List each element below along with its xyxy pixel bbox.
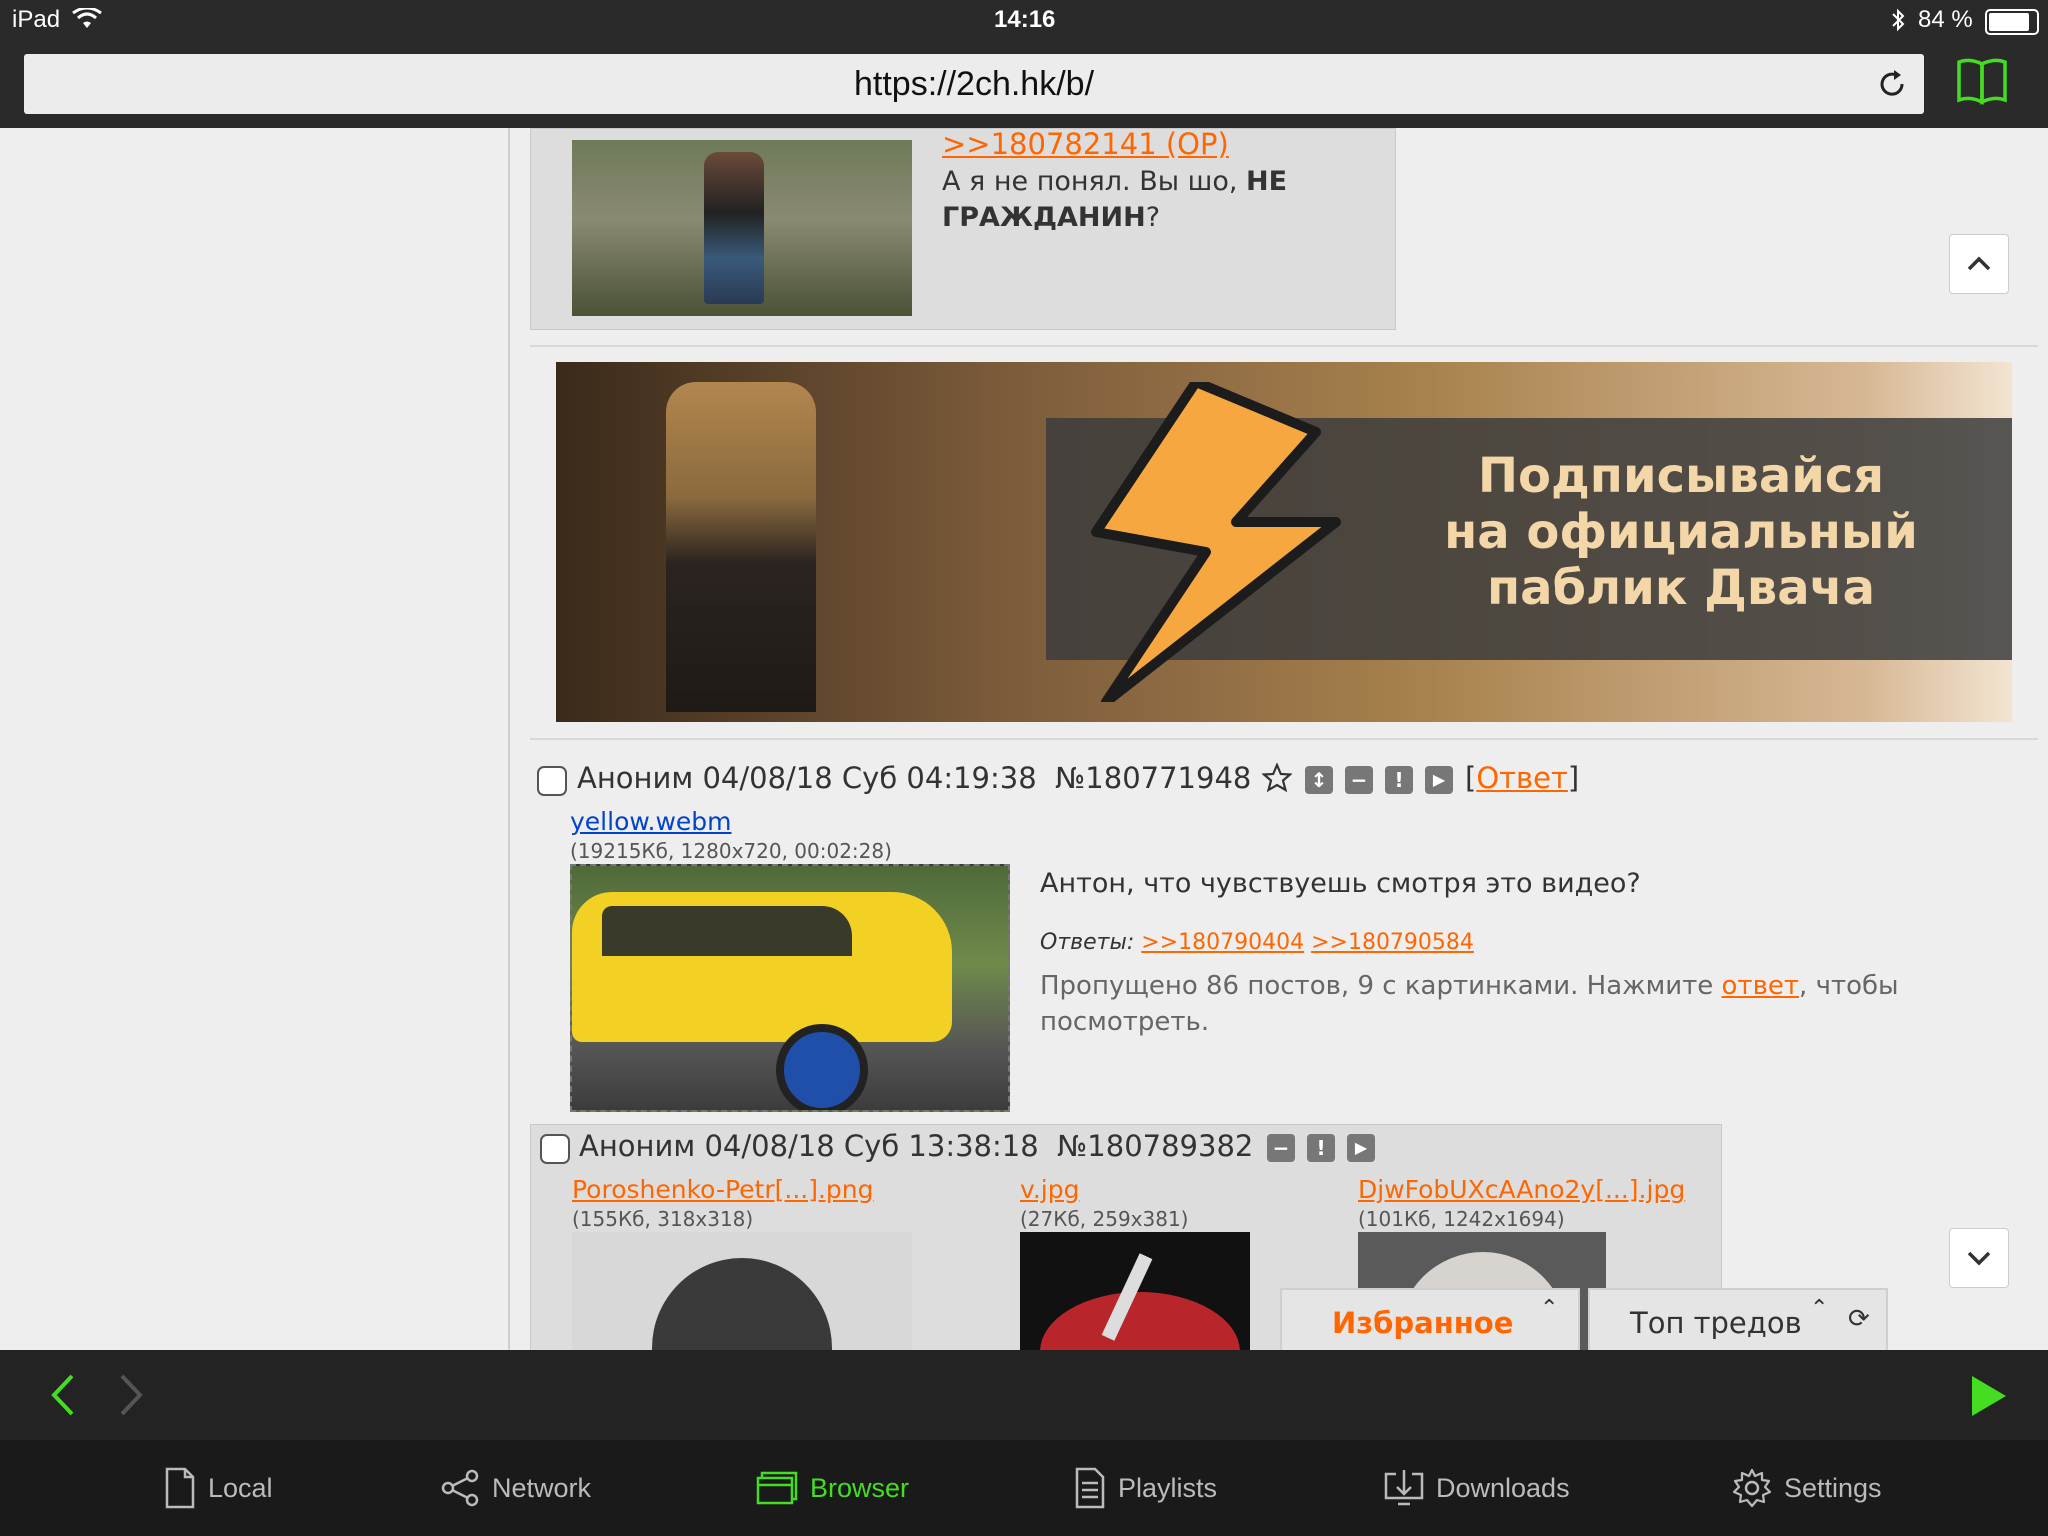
report-icon[interactable]: ! — [1385, 766, 1413, 794]
collapse-icon[interactable]: ⌃ — [1810, 1296, 1828, 1321]
scroll-up-button[interactable] — [1949, 234, 2009, 294]
bluetooth-icon — [1892, 8, 1905, 32]
post-header: Аноним 04/08/18 Суб 04:19:38 №180771948 — [577, 761, 1251, 795]
favorites-label: Избранное — [1332, 1306, 1514, 1340]
skipped-notice: Пропущено 86 постов, 9 с картинками. Наж… — [1040, 971, 1899, 1037]
post-author: Аноним — [579, 1129, 696, 1163]
open-thread-link[interactable]: ответ — [1722, 971, 1800, 1001]
browser-top-bar: iPad 14:16 84 % https://2ch.hk/b/ — [0, 0, 2048, 128]
post-date: 04/08/18 Суб 13:38:18 — [704, 1129, 1039, 1163]
scroll-down-button[interactable] — [1949, 1228, 2009, 1288]
reply-link[interactable]: Ответ — [1476, 761, 1568, 795]
reply-ref[interactable]: >>180790404 — [1141, 930, 1304, 955]
post-date: 04/08/18 Суб 04:19:38 — [702, 761, 1037, 795]
play-icon[interactable]: ▶ — [1425, 766, 1453, 794]
hide-icon[interactable]: − — [1345, 766, 1373, 794]
file-meta: (27Кб, 259x381) — [1020, 1207, 1189, 1231]
tab-settings[interactable]: Settings — [1732, 1466, 1882, 1510]
post-select-checkbox[interactable] — [537, 766, 567, 796]
tab-browser[interactable]: Browser — [756, 1466, 909, 1510]
forward-icon[interactable] — [116, 1372, 146, 1418]
bookmarks-icon[interactable] — [1956, 56, 2008, 106]
back-icon[interactable] — [48, 1372, 78, 1418]
device-label: iPad — [12, 6, 61, 33]
file-meta: (19215Кб, 1280x720, 00:02:28) — [570, 839, 892, 863]
share-icon — [441, 1469, 479, 1507]
file-link[interactable]: Poroshenko-Petr[...].png — [572, 1175, 874, 1204]
post-number[interactable]: №180771948 — [1055, 761, 1251, 795]
tab-network[interactable]: Network — [440, 1466, 591, 1510]
banner-line-1: Подписывайся — [1477, 448, 1885, 504]
post-replies: Ответы: >>180790404 >>180790584 — [1040, 930, 1474, 955]
top-threads-label: Топ тредов — [1630, 1306, 1802, 1340]
file-meta: (101Кб, 1242x1694) — [1358, 1207, 1565, 1231]
post-image[interactable] — [572, 1232, 912, 1350]
url-bar[interactable]: https://2ch.hk/b/ — [24, 54, 1924, 114]
banner-line-2: на официальный — [1444, 504, 1918, 560]
file-meta: (155Кб, 318x318) — [572, 1207, 754, 1231]
tab-label: Network — [492, 1472, 592, 1503]
play-icon[interactable] — [1968, 1374, 2008, 1418]
hide-icon[interactable]: − — [1267, 1134, 1295, 1162]
gear-icon — [1732, 1468, 1772, 1508]
tab-label: Settings — [1784, 1472, 1882, 1503]
video-thumbnail[interactable] — [570, 864, 1010, 1112]
post-select-checkbox[interactable] — [540, 1134, 570, 1164]
collapse-icon[interactable]: ⌃ — [1540, 1296, 1558, 1321]
chevron-down-icon — [1967, 1251, 1991, 1266]
lightning-icon — [1091, 382, 1341, 702]
file-link[interactable]: yellow.webm — [570, 807, 732, 836]
divider — [530, 738, 2038, 740]
post-text: Антон, что чувствуешь смотря это видео? — [1040, 868, 1641, 899]
file-link[interactable]: DjwFobUXcAAno2y[...].jpg — [1358, 1175, 1685, 1204]
post-image[interactable] — [572, 140, 912, 316]
reply-link[interactable]: >>180782141 (OP) — [942, 127, 1229, 161]
replies-label: Ответы: — [1040, 930, 1135, 955]
tab-label: Browser — [810, 1472, 910, 1503]
favorites-tab[interactable]: Избранное ⌃ — [1280, 1288, 1580, 1352]
post-text: А я не понял. Вы шо, НЕ ГРАЖДАНИН? — [942, 166, 1288, 233]
tab-downloads[interactable]: Downloads — [1384, 1466, 1570, 1510]
divider — [530, 345, 2038, 347]
tab-label: Playlists — [1118, 1472, 1218, 1503]
tab-playlists[interactable]: Playlists — [1074, 1466, 1217, 1510]
report-icon[interactable]: ! — [1307, 1134, 1335, 1162]
play-icon[interactable]: ▶ — [1347, 1134, 1375, 1162]
reply-ref[interactable]: >>180790584 — [1311, 930, 1474, 955]
post-header: Аноним 04/08/18 Суб 13:38:18 №180789382 — [579, 1129, 1253, 1163]
battery-percent: 84 % — [1918, 6, 1973, 33]
expand-icon[interactable]: ↕ — [1305, 766, 1333, 794]
star-icon[interactable] — [1262, 763, 1292, 793]
tab-label: Downloads — [1436, 1472, 1570, 1503]
battery-icon — [1985, 9, 2039, 35]
banner-line-3: паблик Двача — [1486, 560, 1875, 616]
tab-local[interactable]: Local — [164, 1466, 273, 1510]
post-author: Аноним — [577, 761, 694, 795]
reply-button[interactable]: [Ответ] — [1465, 761, 1579, 795]
reload-icon[interactable] — [1876, 68, 1908, 100]
promo-banner[interactable]: Подписывайся на официальный паблик Двача — [556, 362, 2012, 722]
download-icon — [1384, 1470, 1424, 1506]
wifi-icon — [72, 8, 102, 28]
chevron-up-icon — [1967, 256, 1991, 271]
browser-icon — [756, 1471, 798, 1505]
tab-label: Local — [208, 1472, 273, 1503]
file-link[interactable]: v.jpg — [1020, 1175, 1080, 1204]
left-pane — [0, 128, 510, 1350]
post-image[interactable] — [1020, 1232, 1250, 1350]
clock: 14:16 — [994, 6, 1056, 33]
url-text[interactable]: https://2ch.hk/b/ — [24, 54, 1924, 114]
post-number[interactable]: №180789382 — [1057, 1129, 1253, 1163]
player-toolbar — [0, 1350, 2048, 1440]
document-icon — [165, 1467, 195, 1509]
playlist-icon — [1075, 1467, 1105, 1509]
refresh-icon[interactable]: ⟳ — [1848, 1304, 1870, 1334]
top-threads-tab[interactable]: Топ тредов ⌃ ⟳ — [1588, 1288, 1888, 1352]
